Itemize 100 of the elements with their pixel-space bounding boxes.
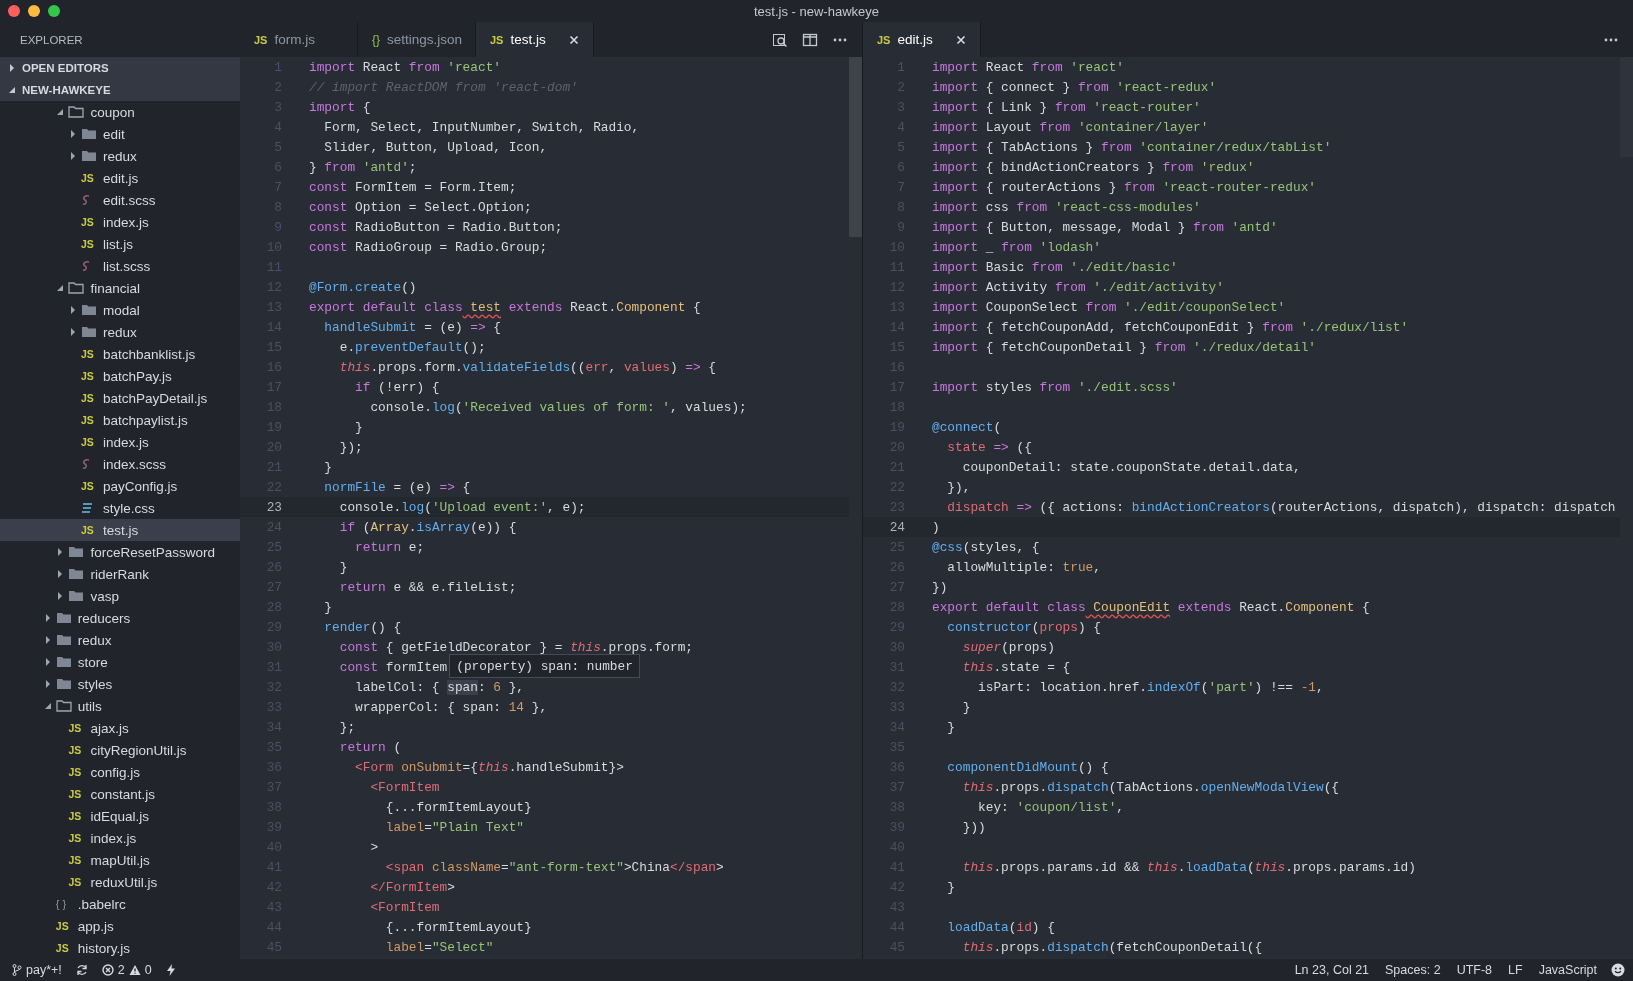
- open-folder-icon: [68, 106, 85, 118]
- branch-indicator[interactable]: pay*+!: [10, 963, 64, 977]
- code-line: @Form.create(): [309, 279, 417, 295]
- tree-item[interactable]: coupon: [0, 101, 240, 123]
- line-ending-setting[interactable]: LF: [1506, 963, 1525, 977]
- folder-icon: [68, 590, 85, 602]
- tree-item[interactable]: JS reduxUtil.js: [0, 871, 240, 893]
- code-line: console.log('Upload event:', e);: [338, 499, 586, 515]
- code-line: {...formItemLayout}: [384, 919, 532, 935]
- language-mode[interactable]: JavaScript: [1536, 963, 1599, 977]
- sync-icon[interactable]: [75, 964, 88, 976]
- code-line: couponDetail: state.couponState.detail.data,: [961, 459, 1301, 475]
- tree-item[interactable]: vasp: [0, 585, 240, 607]
- code-line: console.log('Received values of form: ', values);: [369, 399, 747, 415]
- tree-item[interactable]: utils: [0, 695, 240, 717]
- code-line: };: [338, 719, 356, 735]
- tree-item[interactable]: JS edit.js: [0, 167, 240, 189]
- tree-item[interactable]: JS batchbanklist.js: [0, 343, 240, 365]
- tree-item[interactable]: riderRank: [0, 563, 240, 585]
- code-line: this.props.dispatch(fetchCouponDetail({: [961, 939, 1263, 955]
- tree-item[interactable]: JS batchpaylist.js: [0, 409, 240, 431]
- split-editor-icon[interactable]: [802, 31, 818, 48]
- minimize-window-button[interactable]: [28, 5, 40, 17]
- code-line: }: [961, 699, 971, 715]
- tree-item[interactable]: JS list.js: [0, 233, 240, 255]
- section-header[interactable]: NEW-HAWKEYE: [0, 79, 240, 101]
- cursor-position[interactable]: Ln 23, Col 21: [1292, 963, 1372, 977]
- tree-item[interactable]: JS payConfig.js: [0, 475, 240, 497]
- tree-item[interactable]: JS app.js: [0, 915, 240, 937]
- tree-item[interactable]: JS batchPayDetail.js: [0, 387, 240, 409]
- folder-icon: [55, 678, 72, 690]
- folder-icon: [81, 326, 97, 338]
- code-line: handleSubmit = (e) => {: [323, 319, 501, 335]
- code-line: // import ReactDOM from 'react-dom': [309, 79, 578, 95]
- js-icon: JS: [81, 436, 94, 448]
- open-folder-icon: [55, 700, 72, 712]
- open-folder-icon: [68, 282, 85, 294]
- scrollbar-thumb[interactable]: [849, 57, 862, 237]
- encoding-setting[interactable]: UTF-8: [1454, 963, 1495, 977]
- open-preview-icon[interactable]: [772, 31, 788, 48]
- tree-item[interactable]: styles: [0, 673, 240, 695]
- js-icon: JS: [81, 370, 94, 382]
- code-line: }): [932, 579, 948, 595]
- code-line: import { connect } from 'react-redux': [932, 79, 1217, 95]
- folder-icon: [55, 656, 72, 668]
- code-line: }: [354, 419, 363, 435]
- tree-item[interactable]: JS batchPay.js: [0, 365, 240, 387]
- problems-indicator[interactable]: 2 0: [99, 963, 154, 977]
- tree-item[interactable]: redux: [0, 145, 240, 167]
- tree-item[interactable]: JS ajax.js: [0, 717, 240, 739]
- tree-item[interactable]: forceResetPassword: [0, 541, 240, 563]
- tree-item[interactable]: index.scss: [0, 453, 240, 475]
- tree-item[interactable]: JS idEqual.js: [0, 805, 240, 827]
- folder-icon: [68, 568, 85, 580]
- code-line: <span className="ant-form-text">China</span>: [384, 859, 724, 875]
- tree-item[interactable]: edit.scss: [0, 189, 240, 211]
- lightning-icon[interactable]: [165, 964, 176, 976]
- line-number: 23: [265, 499, 282, 515]
- editor-tab[interactable]: JS test.js: [476, 22, 594, 57]
- code-line: import { TabActions } from 'container/redux/tabList': [932, 139, 1332, 155]
- indentation-setting[interactable]: Spaces: 2: [1383, 963, 1443, 977]
- tree-item[interactable]: modal: [0, 299, 240, 321]
- tree-item[interactable]: redux: [0, 629, 240, 651]
- editor-tab[interactable]: JS edit.js: [863, 22, 981, 57]
- close-window-button[interactable]: [8, 5, 20, 17]
- tree-item[interactable]: JS index.js: [0, 827, 240, 849]
- tree-item[interactable]: JS test.js: [0, 519, 240, 541]
- smiley-icon[interactable]: [1611, 963, 1625, 977]
- tree-item[interactable]: JS index.js: [0, 211, 240, 233]
- code-line: import { fetchCouponDetail } from './redux/detail': [932, 339, 1316, 355]
- code-line: allowMultiple: true,: [946, 559, 1101, 575]
- tree-item[interactable]: store: [0, 651, 240, 673]
- tree-item[interactable]: JS cityRegionUtil.js: [0, 739, 240, 761]
- tree-item[interactable]: JS config.js: [0, 761, 240, 783]
- js-icon: JS: [81, 172, 94, 184]
- tree-item[interactable]: list.scss: [0, 255, 240, 277]
- tree-item[interactable]: financial: [0, 277, 240, 299]
- code-line: this.props.form.validateFields((err, values) => {: [338, 359, 717, 375]
- code-line: import { Link } from 'react-router': [932, 99, 1201, 115]
- code-line: import {: [309, 99, 371, 115]
- code-line: import { bindActionCreators } from 'redux': [932, 159, 1255, 175]
- code-line: e.preventDefault();: [338, 339, 486, 355]
- tree-item[interactable]: edit: [0, 123, 240, 145]
- tree-item[interactable]: JS history.js: [0, 937, 240, 959]
- tree-item[interactable]: redux: [0, 321, 240, 343]
- code-line: }: [946, 719, 956, 735]
- tree-item[interactable]: JS mapUtil.js: [0, 849, 240, 871]
- section-header[interactable]: OPEN EDITORS: [0, 57, 240, 79]
- tree-item[interactable]: style.css: [0, 497, 240, 519]
- close-icon[interactable]: [956, 34, 966, 45]
- close-icon[interactable]: [569, 34, 579, 45]
- tree-item[interactable]: reducers: [0, 607, 240, 629]
- code-line: }: [338, 559, 348, 575]
- js-icon: JS: [68, 744, 82, 756]
- tree-item[interactable]: JS constant.js: [0, 783, 240, 805]
- tree-item[interactable]: JS index.js: [0, 431, 240, 453]
- zoom-window-button[interactable]: [48, 5, 60, 17]
- tree-item[interactable]: { } .babelrc: [0, 893, 240, 915]
- code-line: import styles from './edit.scss': [932, 379, 1178, 395]
- warning-icon: [128, 964, 141, 976]
